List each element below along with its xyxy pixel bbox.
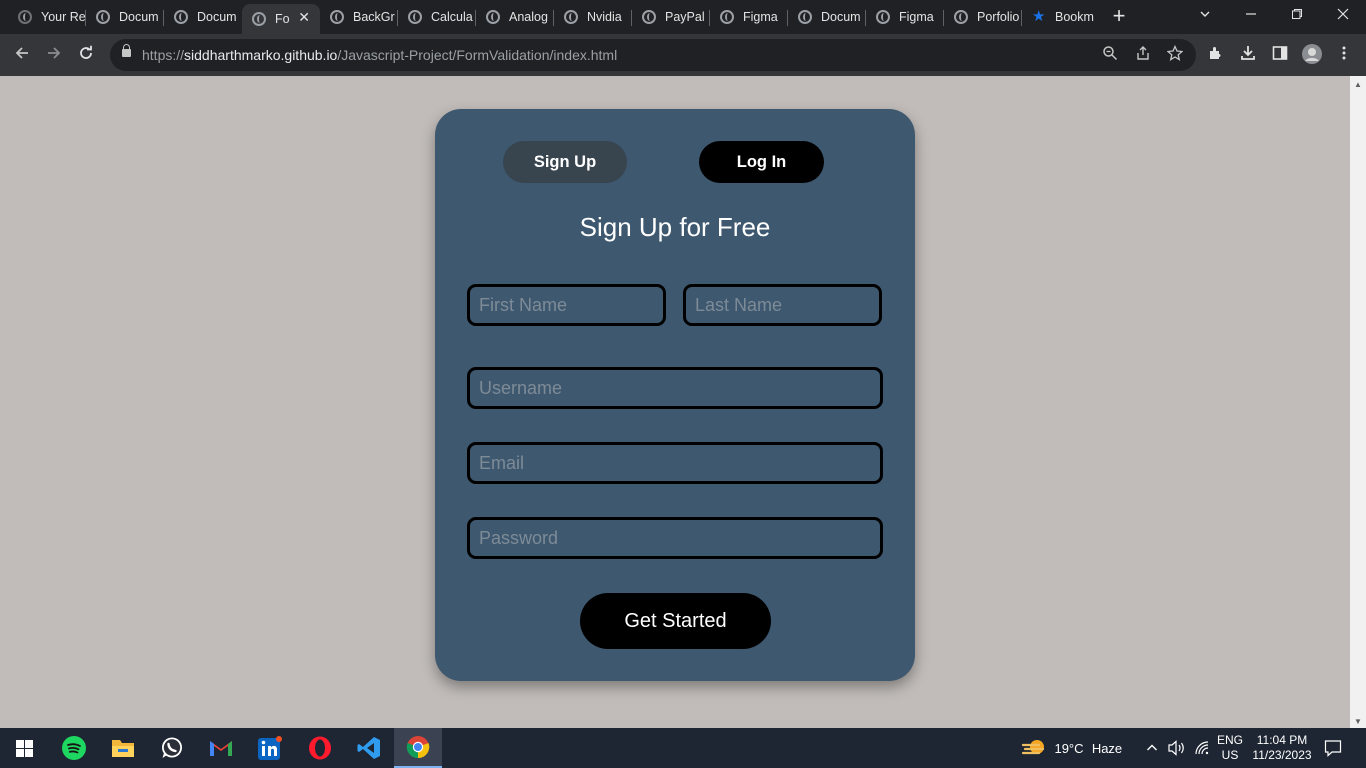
bookmark-star-icon[interactable]: [1165, 44, 1185, 65]
weather-icon[interactable]: [1018, 728, 1050, 768]
tab-calculator[interactable]: Calcula: [398, 4, 476, 30]
reload-icon[interactable]: [74, 43, 98, 67]
email-input[interactable]: [467, 442, 883, 484]
profile-avatar[interactable]: [1300, 43, 1324, 67]
chevron-up-icon[interactable]: [1142, 728, 1162, 768]
tab-paypal[interactable]: PayPal: [632, 4, 710, 30]
file-explorer-app[interactable]: [99, 728, 147, 768]
language-indicator[interactable]: ENG US: [1214, 728, 1246, 768]
globe-icon: [252, 12, 266, 26]
close-window-button[interactable]: [1320, 0, 1366, 30]
tab-document-1[interactable]: Docum: [86, 4, 164, 30]
globe-icon: [96, 10, 110, 24]
clock-time: 11:04 PM: [1256, 733, 1308, 747]
region-code: US: [1221, 748, 1239, 762]
get-started-button[interactable]: Get Started: [580, 593, 771, 649]
extensions-icon[interactable]: [1204, 43, 1228, 67]
forward-arrow-icon[interactable]: [42, 43, 66, 67]
globe-icon: [876, 10, 890, 24]
address-bar[interactable]: https://siddharthmarko.github.io/Javascr…: [110, 39, 1196, 71]
start-icon: [15, 739, 33, 757]
globe-icon: [954, 10, 968, 24]
notifications-icon[interactable]: [1320, 728, 1346, 768]
chrome-app[interactable]: [394, 728, 442, 768]
opera-app[interactable]: [296, 728, 344, 768]
start-button[interactable]: [0, 728, 48, 768]
whatsapp-app[interactable]: [148, 728, 196, 768]
last-name-input[interactable]: [683, 284, 882, 326]
tab-document-3[interactable]: Docum: [788, 4, 866, 30]
tab-figma-1[interactable]: Figma: [710, 4, 788, 30]
language-code: ENG: [1216, 733, 1243, 747]
tab-background[interactable]: BackGr: [320, 4, 398, 30]
form-title: Sign Up for Free: [579, 212, 771, 242]
lock-icon[interactable]: [122, 44, 131, 57]
tab-figma-2[interactable]: Figma: [866, 4, 944, 30]
url-text: https://siddharthmarko.github.io/Javascr…: [142, 47, 618, 63]
whatsapp-icon: [162, 737, 182, 758]
signup-card: Sign Up Log In Sign Up for Free Get Star…: [435, 109, 915, 681]
linkedin-app[interactable]: [246, 728, 294, 768]
tab-form-validation[interactable]: Fo ✕: [242, 4, 320, 34]
globe-icon: [330, 10, 344, 24]
share-icon[interactable]: [1133, 45, 1153, 65]
globe-icon: [720, 10, 734, 24]
globe-icon: [408, 10, 422, 24]
menu-kebab-icon[interactable]: [1332, 43, 1356, 67]
spotify-app[interactable]: [50, 728, 98, 768]
scroll-up-icon[interactable]: ▲: [1354, 80, 1362, 89]
globe-icon: [642, 10, 656, 24]
first-name-input[interactable]: [467, 284, 666, 326]
close-tab-icon[interactable]: ✕: [298, 9, 310, 26]
clock-date: 11/23/2023: [1252, 748, 1312, 762]
tab-bookmarks[interactable]: ★ Bookm: [1022, 4, 1094, 30]
volume-icon[interactable]: [1166, 728, 1188, 768]
vscode-app[interactable]: [345, 728, 393, 768]
username-input[interactable]: [467, 367, 883, 409]
browser-toolbar: https://siddharthmarko.github.io/Javascr…: [0, 34, 1366, 76]
restore-button[interactable]: [1274, 0, 1320, 30]
network-icon[interactable]: [1192, 728, 1212, 768]
tab-document-2[interactable]: Docum: [164, 4, 242, 30]
weather-temperature[interactable]: 19°C: [1052, 728, 1086, 768]
back-arrow-icon[interactable]: [10, 43, 34, 67]
tab-analog[interactable]: Analog: [476, 4, 554, 30]
zoom-icon[interactable]: [1100, 45, 1120, 65]
tab-search-icon[interactable]: [1182, 0, 1228, 30]
minimize-button[interactable]: [1228, 0, 1274, 30]
login-toggle-button[interactable]: Log In: [699, 141, 824, 183]
gmail-app[interactable]: [197, 728, 245, 768]
spotify-icon: [62, 736, 86, 760]
vscode-icon: [357, 737, 380, 759]
new-tab-button[interactable]: +: [1106, 4, 1132, 30]
windows-taskbar: 19°C Haze ENG US 11:04 PM 11/23/2023: [0, 728, 1366, 768]
chrome-icon: [406, 736, 430, 759]
github-icon: [18, 10, 32, 24]
file-explorer-icon: [112, 740, 134, 757]
scroll-down-icon[interactable]: ▼: [1354, 717, 1362, 726]
gmail-icon: [210, 741, 232, 756]
clock[interactable]: 11:04 PM 11/23/2023: [1250, 728, 1314, 768]
download-icon[interactable]: [1236, 43, 1260, 67]
linkedin-icon: [258, 736, 282, 760]
weather-description[interactable]: Haze: [1088, 728, 1126, 768]
star-icon: ★: [1032, 8, 1046, 25]
tab-nvidia[interactable]: Nvidia: [554, 4, 632, 30]
side-panel-icon[interactable]: [1268, 43, 1292, 67]
signup-toggle-button[interactable]: Sign Up: [503, 141, 627, 183]
tab-your-repos[interactable]: Your Re: [8, 4, 86, 30]
globe-icon: [798, 10, 812, 24]
tab-strip: Your Re Docum Docum Fo ✕ BackGr Calcula …: [0, 0, 1366, 34]
tab-portfolio[interactable]: Porfolio: [944, 4, 1022, 30]
globe-icon: [174, 10, 188, 24]
opera-icon: [309, 736, 331, 760]
vertical-scrollbar[interactable]: ▲ ▼: [1350, 76, 1366, 728]
password-input[interactable]: [467, 517, 883, 559]
globe-icon: [564, 10, 578, 24]
globe-icon: [486, 10, 500, 24]
